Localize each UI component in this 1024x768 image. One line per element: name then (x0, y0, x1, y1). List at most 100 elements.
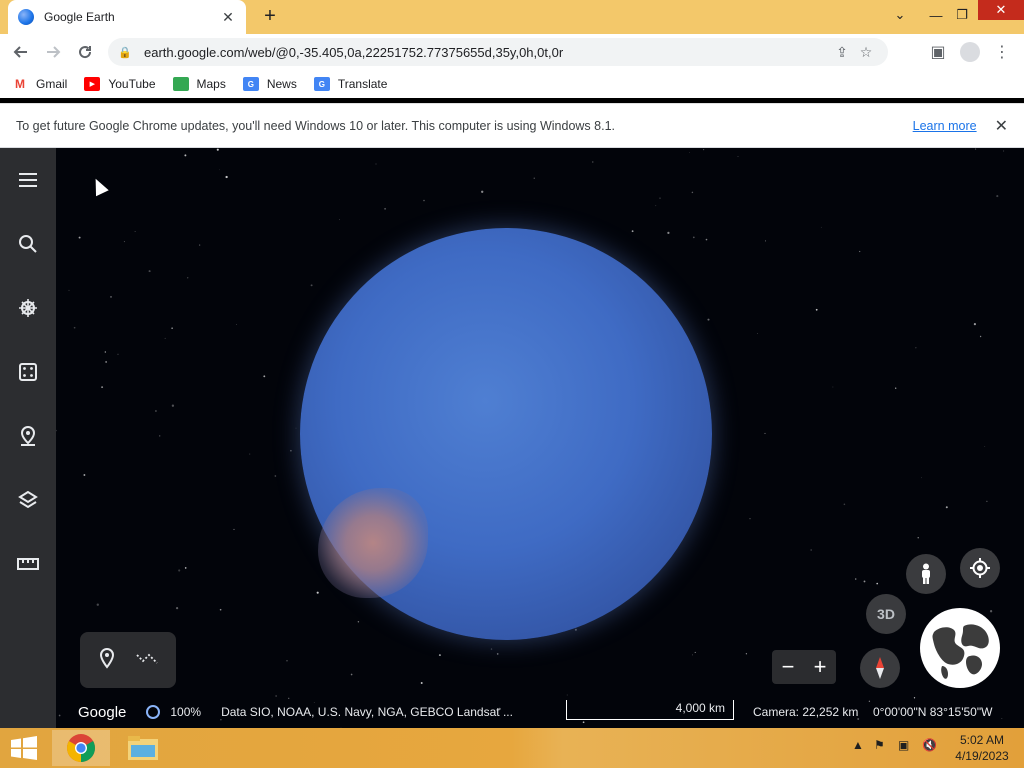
search-icon[interactable] (14, 230, 42, 258)
map-style-icon[interactable] (14, 486, 42, 514)
clock-date: 4/19/2023 (955, 749, 1009, 763)
star (832, 386, 834, 388)
infobar-close-icon[interactable]: ✕ (995, 116, 1008, 136)
projects-icon[interactable] (14, 422, 42, 450)
learn-more-link[interactable]: Learn more (913, 119, 977, 133)
data-attribution[interactable]: Data SIO, NOAA, U.S. Navy, NGA, GEBCO La… (221, 705, 513, 719)
star (843, 503, 846, 506)
new-tab-button[interactable]: + (258, 6, 282, 28)
star (895, 387, 897, 389)
file-explorer-taskbar-button[interactable] (114, 730, 172, 766)
bookmark-maps[interactable]: Maps (172, 77, 226, 91)
tab-google-earth[interactable]: Google Earth ✕ (8, 0, 246, 34)
zoom-out-button[interactable]: − (782, 654, 795, 680)
star (496, 653, 499, 655)
star (917, 537, 919, 539)
star (105, 361, 107, 363)
star (876, 582, 879, 585)
zoom-controls: − + (772, 650, 836, 684)
share-icon[interactable]: ⇪ (830, 44, 854, 61)
infobar-message: To get future Google Chrome updates, you… (16, 118, 615, 133)
overview-globe[interactable] (920, 608, 1000, 688)
chrome-taskbar-button[interactable] (52, 730, 110, 766)
menu-kebab-icon[interactable]: ⋮ (990, 40, 1014, 64)
tab-search-icon[interactable]: ⌄ (888, 0, 912, 30)
star (989, 610, 993, 613)
youtube-icon: ▶ (84, 77, 101, 91)
bookmark-translate[interactable]: G Translate (313, 77, 387, 91)
star (68, 289, 70, 291)
bookmark-gmail[interactable]: M Gmail (12, 77, 67, 91)
star (171, 404, 175, 407)
tab-title: Google Earth (44, 10, 115, 24)
star (705, 238, 708, 241)
scale-bar: 4,000 km (566, 700, 734, 720)
feeling-lucky-icon[interactable] (14, 358, 42, 386)
star (274, 475, 277, 477)
star (707, 318, 710, 321)
bookmark-star-icon[interactable]: ☆ (854, 44, 878, 61)
star (863, 580, 866, 583)
compass-icon[interactable] (860, 648, 900, 688)
taskbar-clock[interactable]: 5:02 AM 4/19/2023 (946, 732, 1018, 764)
star (375, 163, 377, 165)
star (225, 175, 228, 179)
voyager-icon[interactable] (14, 294, 42, 322)
star (859, 250, 861, 253)
tab-close-icon[interactable]: ✕ (220, 9, 236, 26)
show-hidden-icons-icon[interactable]: ▲ (852, 738, 864, 752)
bookmark-youtube[interactable]: ▶ YouTube (84, 77, 156, 91)
star (810, 549, 812, 551)
star (913, 697, 916, 699)
toggle-3d-button[interactable]: 3D (866, 594, 906, 634)
star (233, 528, 235, 530)
star (384, 207, 387, 210)
reload-button[interactable] (72, 40, 98, 64)
star (316, 591, 319, 594)
windows-start-icon[interactable] (10, 736, 38, 760)
star (290, 449, 292, 452)
star (357, 621, 360, 623)
forward-button[interactable] (40, 40, 66, 64)
star (184, 567, 187, 569)
update-infobar: To get future Google Chrome updates, you… (0, 103, 1024, 148)
volume-muted-icon[interactable]: 🔇 (922, 738, 937, 752)
my-location-icon[interactable] (960, 548, 1000, 588)
browser-toolbar: 🔒 earth.google.com/web/@0,-35.405,0a,222… (0, 34, 1024, 70)
menu-icon[interactable] (14, 166, 42, 194)
star (78, 236, 81, 239)
bookmark-news[interactable]: G News (242, 77, 297, 91)
earth-globe[interactable] (300, 228, 712, 640)
star (96, 603, 99, 606)
star (159, 435, 161, 437)
earth-viewport[interactable]: 3D − + Google 100% Data SIO, NOAA, U.S. … (0, 148, 1024, 728)
star (295, 427, 297, 429)
profile-avatar-icon[interactable] (958, 40, 982, 64)
star (164, 337, 166, 339)
back-button[interactable] (8, 40, 34, 64)
add-placemark-icon[interactable] (98, 647, 116, 674)
star (117, 353, 119, 355)
star (184, 154, 187, 157)
loading-ring-icon (146, 705, 161, 719)
side-panel-icon[interactable]: ▣ (926, 40, 950, 64)
minimize-button[interactable]: — (924, 0, 948, 30)
google-logo: Google (78, 703, 127, 721)
star (423, 199, 425, 202)
draw-line-icon[interactable] (135, 651, 159, 670)
address-bar[interactable]: 🔒 earth.google.com/web/@0,-35.405,0a,222… (108, 38, 888, 66)
network-icon[interactable]: ▣ (898, 738, 909, 752)
star (667, 231, 670, 235)
close-window-button[interactable]: ✕ (978, 0, 1024, 20)
clock-time: 5:02 AM (959, 733, 1005, 747)
translate-icon: G (313, 77, 330, 91)
pegman-icon[interactable] (906, 554, 946, 594)
restore-button[interactable]: ❐ (950, 0, 974, 30)
measure-icon[interactable] (14, 550, 42, 578)
star (749, 518, 751, 520)
zoom-in-button[interactable]: + (814, 654, 827, 680)
star (73, 326, 76, 329)
star (123, 241, 125, 243)
action-center-flag-icon[interactable]: ⚑ (874, 738, 885, 752)
star (83, 474, 86, 476)
